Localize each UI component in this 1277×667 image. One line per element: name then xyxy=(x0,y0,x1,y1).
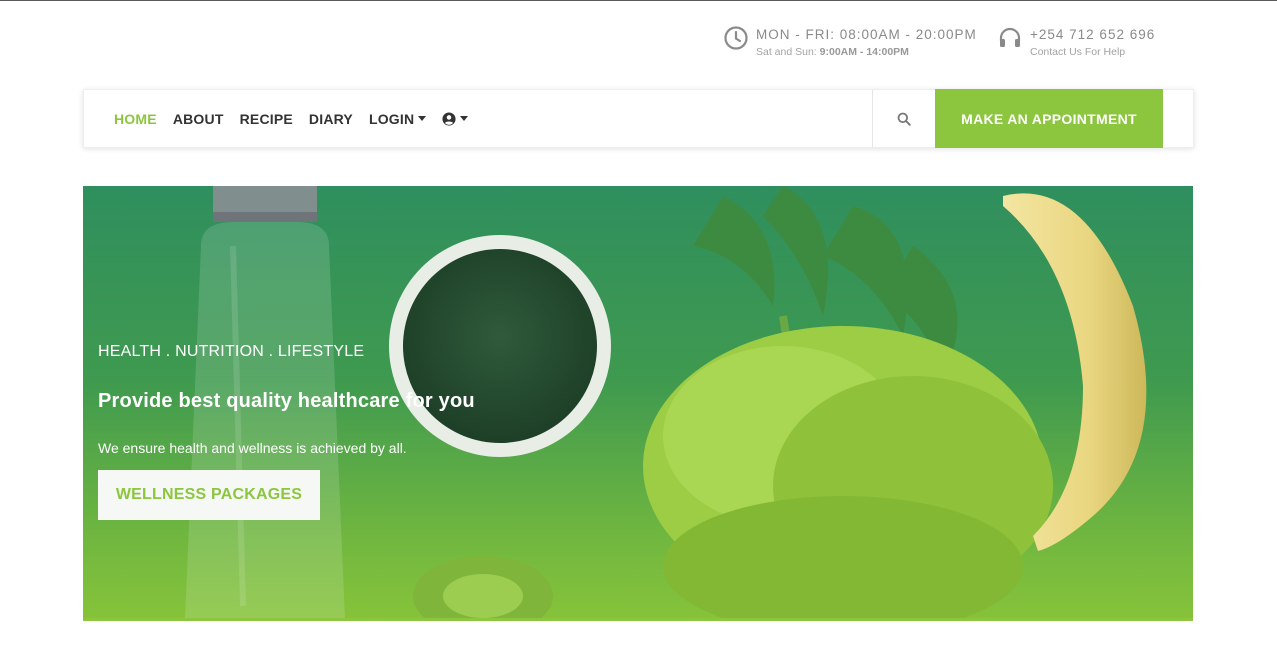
hours-weekdays: MON - FRI: 08:00AM - 20:00PM xyxy=(756,27,977,42)
hero-banner: HEALTH . NUTRITION . LIFESTYLE Provide b… xyxy=(83,186,1193,619)
nav-recipe[interactable]: RECIPE xyxy=(240,111,293,127)
hero-title: Provide best quality healthcare for you xyxy=(98,390,475,412)
user-circle-icon xyxy=(442,111,456,126)
nav-diary[interactable]: DIARY xyxy=(309,111,353,127)
clock-icon xyxy=(724,26,748,50)
nav-login-label: LOGIN xyxy=(368,110,415,127)
hero-bottom-border xyxy=(83,618,1193,621)
hours-weekend: Sat and Sun: 9:00AM - 14:00PM xyxy=(756,46,909,58)
headset-icon xyxy=(999,27,1021,47)
business-hours: MON - FRI: 08:00AM - 20:00PM Sat and Sun… xyxy=(723,26,977,59)
hero-subtitle: We ensure health and wellness is achieve… xyxy=(98,440,407,456)
contact-phone: +254 712 652 696 Contact Us For Help xyxy=(997,26,1155,59)
hero-tagline: HEALTH . NUTRITION . LIFESTYLE xyxy=(98,343,365,360)
chevron-down-icon xyxy=(418,116,427,121)
phone-number[interactable]: +254 712 652 696 xyxy=(1030,26,1155,43)
phone-caption: Contact Us For Help xyxy=(1030,46,1126,58)
wellness-packages-button[interactable]: WELLNESS PACKAGES xyxy=(98,470,320,520)
search-button[interactable] xyxy=(872,90,935,147)
top-border xyxy=(0,0,1277,1)
main-navbar: HOME ABOUT RECIPE DIARY LOGIN MAKE AN AP… xyxy=(83,89,1194,148)
nav-login-dropdown[interactable]: LOGIN xyxy=(368,110,427,127)
chevron-down-icon xyxy=(460,116,469,121)
nav-links: HOME ABOUT RECIPE DIARY LOGIN xyxy=(114,90,484,147)
search-icon xyxy=(897,112,911,126)
nav-home[interactable]: HOME xyxy=(114,111,157,127)
make-appointment-button[interactable]: MAKE AN APPOINTMENT xyxy=(935,89,1163,148)
nav-about[interactable]: ABOUT xyxy=(173,111,224,127)
user-menu-dropdown[interactable] xyxy=(442,111,469,126)
